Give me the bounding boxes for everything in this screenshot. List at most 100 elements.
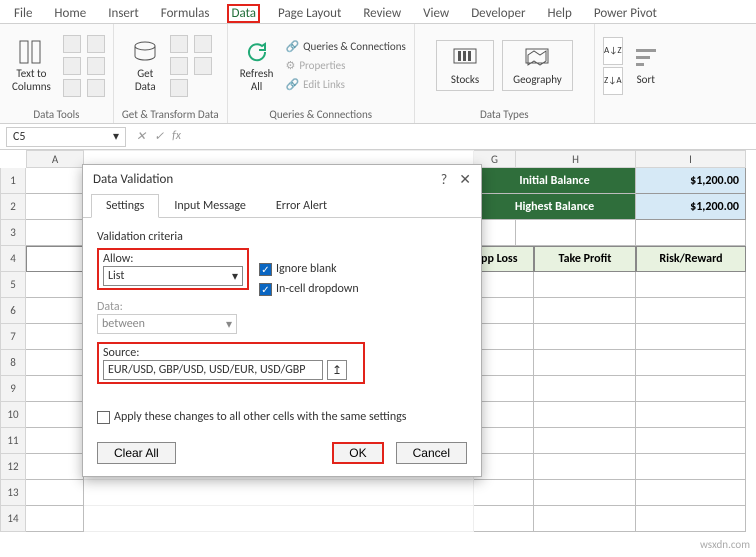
remove-duplicates-button[interactable] [87,35,105,53]
fx-icon[interactable]: fx [172,129,181,144]
cell[interactable] [26,298,84,324]
row-header-3[interactable]: 3 [0,220,26,246]
cancel-icon[interactable]: ✕ [136,129,146,144]
clear-all-button[interactable]: Clear All [97,442,176,464]
cell[interactable] [534,454,636,480]
cell[interactable] [26,350,84,376]
col-h[interactable]: H [516,150,636,168]
data-validation-button[interactable] [63,57,81,75]
cell[interactable] [474,428,534,454]
initial-balance-value[interactable]: $1,200.00 [636,168,746,194]
queries-connections-button[interactable]: 🔗 Queries & Connections [285,40,405,53]
stocks-button[interactable]: Stocks [436,40,494,91]
enter-icon[interactable]: ✓ [154,129,164,144]
name-box[interactable]: C5 ▾ [6,127,126,147]
cell[interactable] [26,376,84,402]
cell[interactable] [636,220,746,246]
cell[interactable] [26,246,84,272]
consolidate-button[interactable] [87,57,105,75]
properties-button[interactable]: ⚙ Properties [285,59,405,72]
cell[interactable] [636,454,746,480]
row-header-2[interactable]: 2 [0,194,26,220]
tab-formulas[interactable]: Formulas [157,4,214,23]
row-header-6[interactable]: 6 [0,298,26,324]
tab-error-alert[interactable]: Error Alert [261,194,342,218]
cancel-button[interactable]: Cancel [396,442,467,464]
cell[interactable] [474,272,534,298]
cell[interactable] [474,506,534,532]
cell[interactable] [26,402,84,428]
cell[interactable] [84,506,474,532]
row-header-4[interactable]: 4 [0,246,26,272]
tab-data[interactable]: Data [227,4,260,23]
ok-button[interactable]: OK [332,442,383,464]
geography-button[interactable]: Geography [502,40,573,91]
cell[interactable] [636,324,746,350]
from-table-button[interactable] [170,57,188,75]
row-header-10[interactable]: 10 [0,402,26,428]
row-header-12[interactable]: 12 [0,454,26,480]
cell[interactable] [636,376,746,402]
existing-connections-button[interactable] [170,79,188,97]
cell[interactable] [534,272,636,298]
get-data-button[interactable]: Get Data [128,37,162,95]
collapse-dialog-button[interactable]: ↥ [327,360,347,380]
cell[interactable] [84,480,474,506]
cell[interactable] [474,298,534,324]
manage-data-model-button[interactable] [87,79,105,97]
row-header-8[interactable]: 8 [0,350,26,376]
tab-insert[interactable]: Insert [104,4,143,23]
cell[interactable] [636,272,746,298]
tab-power-pivot[interactable]: Power Pivot [590,4,661,23]
sort-asc-button[interactable]: A↓Z [603,37,623,65]
cell[interactable] [474,454,534,480]
cell[interactable] [534,402,636,428]
cell[interactable] [26,168,84,194]
dialog-close-button[interactable]: ✕ [459,171,471,188]
cell[interactable] [534,324,636,350]
cell[interactable] [534,428,636,454]
row-header-13[interactable]: 13 [0,480,26,506]
tab-view[interactable]: View [419,4,453,23]
cell[interactable] [474,350,534,376]
row-header-14[interactable]: 14 [0,506,26,532]
ignore-blank-checkbox[interactable]: ✓ Ignore blank [259,262,359,276]
cell[interactable] [26,220,84,246]
cell[interactable] [636,350,746,376]
cell[interactable] [636,428,746,454]
cell[interactable] [474,376,534,402]
sort-desc-button[interactable]: Z↓A [603,67,623,95]
dialog-titlebar[interactable]: Data Validation ? ✕ [83,165,481,194]
tab-file[interactable]: File [10,4,36,23]
row-header-11[interactable]: 11 [0,428,26,454]
tab-help[interactable]: Help [543,4,575,23]
cell[interactable] [26,480,84,506]
tab-settings[interactable]: Settings [91,194,159,218]
recent-sources-button[interactable] [194,57,212,75]
from-text-button[interactable] [170,35,188,53]
cell[interactable] [636,298,746,324]
col-a[interactable]: A [26,150,84,168]
refresh-all-button[interactable]: Refresh All [236,37,278,95]
cell[interactable] [534,506,636,532]
row-header-7[interactable]: 7 [0,324,26,350]
relationships-button[interactable] [63,79,81,97]
cell[interactable] [534,480,636,506]
edit-links-button[interactable]: 🔗 Edit Links [285,78,405,91]
text-to-columns-button[interactable]: Text to Columns [8,37,55,95]
cell[interactable] [636,480,746,506]
source-input[interactable]: EUR/USD, GBP/USD, USD/EUR, USD/GBP [103,360,323,380]
cell[interactable] [474,324,534,350]
tab-review[interactable]: Review [359,4,405,23]
dialog-help-button[interactable]: ? [441,171,448,188]
row-header-1[interactable]: 1 [0,168,26,194]
sort-button[interactable]: Sort [629,43,663,88]
cell[interactable] [534,298,636,324]
tab-developer[interactable]: Developer [467,4,529,23]
cell[interactable] [26,272,84,298]
apply-all-checkbox[interactable]: Apply these changes to all other cells w… [97,410,467,424]
col-i[interactable]: I [636,150,746,168]
incell-dropdown-checkbox[interactable]: ✓ In-cell dropdown [259,282,359,296]
cell[interactable] [474,480,534,506]
highest-balance-value[interactable]: $1,200.00 [636,194,746,220]
